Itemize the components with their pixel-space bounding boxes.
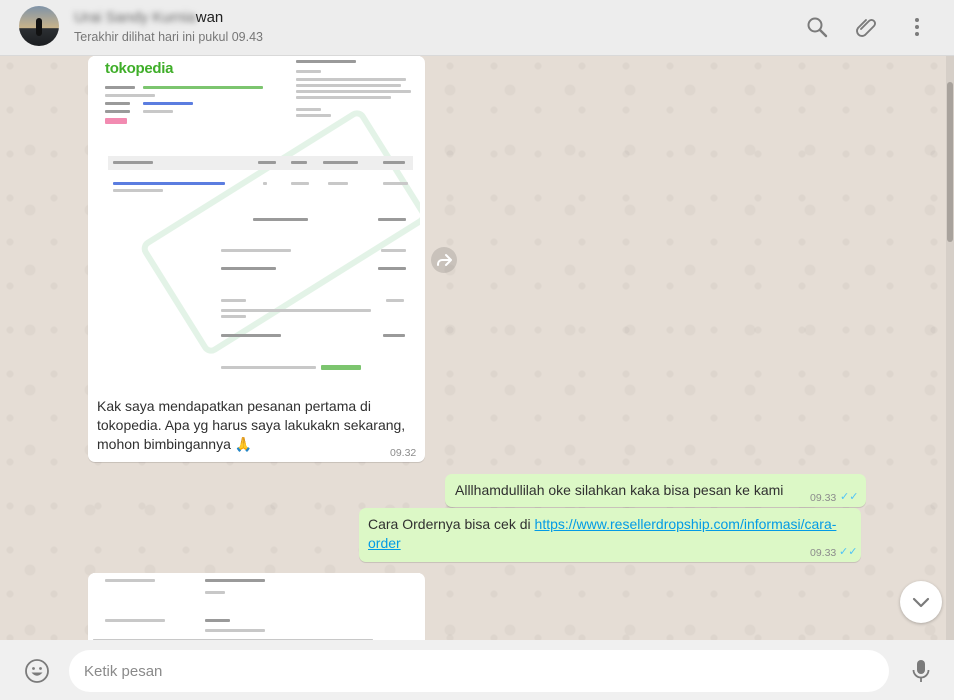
chat-scrollbar[interactable] bbox=[946, 56, 954, 640]
message-time: 09.33 bbox=[810, 492, 837, 504]
search-icon[interactable] bbox=[804, 14, 830, 40]
scrollbar-thumb[interactable] bbox=[947, 82, 953, 242]
invoice-stamp bbox=[137, 106, 420, 358]
emoji-icon[interactable] bbox=[24, 658, 50, 684]
partial-image[interactable] bbox=[93, 573, 420, 640]
tokopedia-logo: tokopedia bbox=[105, 60, 174, 77]
last-seen-status: Terakhir dilihat hari ini pukul 09.43 bbox=[74, 30, 263, 44]
attach-icon[interactable] bbox=[854, 14, 880, 40]
message-time: 09.32 bbox=[390, 447, 417, 459]
message-text-prefix: Cara Ordernya bisa cek di bbox=[368, 516, 535, 532]
message-incoming-image[interactable] bbox=[88, 573, 425, 640]
invoice-image[interactable]: tokopedia bbox=[93, 56, 420, 386]
message-input[interactable] bbox=[69, 650, 879, 692]
scroll-down-button[interactable] bbox=[900, 581, 942, 623]
message-input-wrapper[interactable] bbox=[69, 650, 889, 692]
chat-area[interactable]: tokopedia Kak saya mendapatkan pesanan p… bbox=[0, 56, 954, 640]
message-time: 09.33 bbox=[810, 547, 837, 559]
message-text: Kak saya mendapatkan pesanan pertama di … bbox=[97, 398, 406, 452]
message-outgoing[interactable]: Cara Ordernya bisa cek di https://www.re… bbox=[359, 508, 861, 562]
read-ticks-icon: ✓✓ bbox=[840, 491, 859, 503]
message-text: Cara Ordernya bisa cek di https://www.re… bbox=[368, 515, 853, 553]
message-outgoing[interactable]: Alllhamdullilah oke silahkan kaka bisa p… bbox=[445, 474, 866, 507]
contact-name-visible: wan bbox=[195, 9, 224, 26]
message-text: Alllhamdullilah oke silahkan kaka bisa p… bbox=[455, 482, 784, 498]
contact-name-redacted: Urai Sandy Kurnia bbox=[74, 9, 196, 26]
mic-icon[interactable] bbox=[910, 658, 932, 684]
menu-icon[interactable] bbox=[904, 14, 930, 40]
read-ticks-icon: ✓✓ bbox=[839, 546, 858, 558]
message-incoming-image[interactable]: tokopedia Kak saya mendapatkan pesanan p… bbox=[88, 56, 425, 462]
chat-header: Urai Sandy Kurniawan Terakhir dilihat ha… bbox=[0, 0, 954, 56]
contact-name[interactable]: Urai Sandy Kurniawan bbox=[74, 9, 223, 26]
forward-icon[interactable] bbox=[431, 247, 457, 273]
composer bbox=[0, 640, 954, 700]
contact-avatar[interactable] bbox=[19, 6, 59, 46]
